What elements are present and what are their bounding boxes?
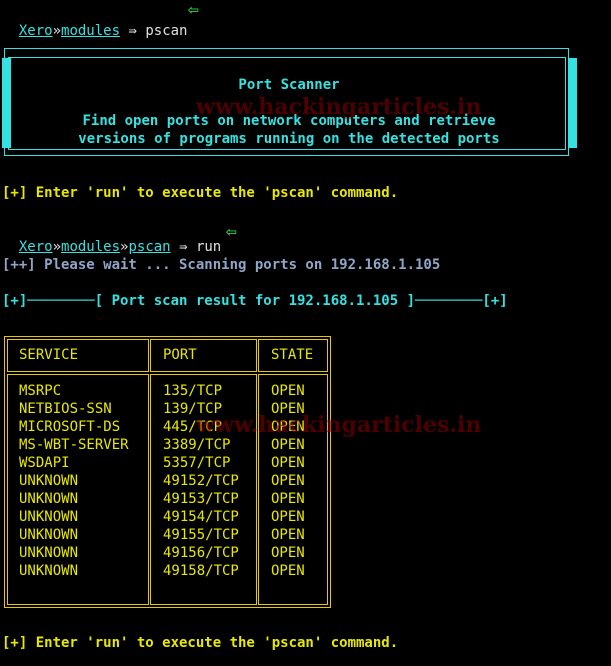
port-cell: 49152/TCP (163, 473, 239, 489)
service-cell: UNKNOWN (19, 473, 79, 489)
port-cell: 5357/TCP (163, 455, 231, 471)
prompt-submodule: pscan (128, 239, 171, 255)
wait-message: [++] Please wait ... Scanning ports on 1… (2, 257, 441, 273)
port-cell: 49153/TCP (163, 491, 239, 507)
state-cell: OPEN (271, 509, 305, 525)
prompt-separator: » (52, 23, 62, 39)
prompt-command: pscan (145, 23, 188, 39)
prompt-line-1: Xero»modules ⇛ pscan (2, 4, 188, 40)
service-cell: MS-WBT-SERVER (19, 437, 129, 453)
service-cell: NETBIOS-SSN (19, 401, 112, 417)
table-row: UNKNOWN 49155/TCP OPEN (0, 526, 330, 544)
state-cell: OPEN (271, 455, 305, 471)
prompt-symbol: ⇛ (179, 239, 188, 255)
prompt-separator: » (52, 239, 62, 255)
prompt-host: Xero (18, 23, 53, 39)
table-row: UNKNOWN 49158/TCP OPEN (0, 562, 330, 580)
prompt-host: Xero (18, 239, 53, 255)
port-cell: 3389/TCP (163, 437, 231, 453)
result-header: [+]────────[ Port scan result for 192.16… (2, 293, 508, 309)
service-cell: MSRPC (19, 383, 62, 399)
banner-desc-line-2: versions of programs running on the dete… (78, 131, 500, 147)
prompt-module: modules (61, 23, 121, 39)
state-cell: OPEN (271, 383, 305, 399)
state-cell: OPEN (271, 545, 305, 561)
table-row: WSDAPI 5357/TCP OPEN (0, 454, 330, 472)
table-row: UNKNOWN 49156/TCP OPEN (0, 544, 330, 562)
prompt-command: run (195, 239, 222, 255)
port-cell: 135/TCP (163, 383, 223, 399)
state-cell: OPEN (271, 437, 305, 453)
port-cell: 49155/TCP (163, 527, 239, 543)
prompt-symbol: ⇛ (128, 23, 137, 39)
prompt-module: modules (61, 239, 121, 255)
state-cell: OPEN (271, 527, 305, 543)
hint-line-1: [+] Enter 'run' to execute the 'pscan' c… (2, 185, 399, 201)
state-cell: OPEN (271, 563, 305, 579)
port-cell: 49154/TCP (163, 509, 239, 525)
port-cell: 49156/TCP (163, 545, 239, 561)
state-cell: OPEN (271, 491, 305, 507)
table-row: MS-WBT-SERVER 3389/TCP OPEN (0, 436, 330, 454)
table-row: UNKNOWN 49153/TCP OPEN (0, 490, 330, 508)
service-cell: UNKNOWN (19, 509, 79, 525)
table-row: MSRPC 135/TCP OPEN (0, 382, 330, 400)
header-service: SERVICE (19, 347, 79, 363)
prompt-line-2: Xero»modules»pscan ⇛ run (2, 220, 221, 256)
service-cell: UNKNOWN (19, 491, 79, 507)
hint-line-2: [+] Enter 'run' to execute the 'pscan' c… (2, 635, 399, 651)
service-cell: WSDAPI (19, 455, 70, 471)
watermark: www.hackingarticles.in (196, 94, 482, 120)
header-state: STATE (271, 347, 314, 363)
banner-title: Port Scanner (238, 77, 340, 93)
left-arrow-icon: ⇦ (226, 221, 237, 242)
service-cell: UNKNOWN (19, 545, 79, 561)
header-port: PORT (163, 347, 197, 363)
service-cell: UNKNOWN (19, 563, 79, 579)
service-cell: MICROSOFT-DS (19, 419, 121, 435)
service-cell: UNKNOWN (19, 527, 79, 543)
table-row: UNKNOWN 49152/TCP OPEN (0, 472, 330, 490)
port-cell: 49158/TCP (163, 563, 239, 579)
left-arrow-icon: ⇦ (188, 0, 199, 20)
table-row: UNKNOWN 49154/TCP OPEN (0, 508, 330, 526)
watermark: www.hackingarticles.in (196, 412, 482, 438)
state-cell: OPEN (271, 473, 305, 489)
